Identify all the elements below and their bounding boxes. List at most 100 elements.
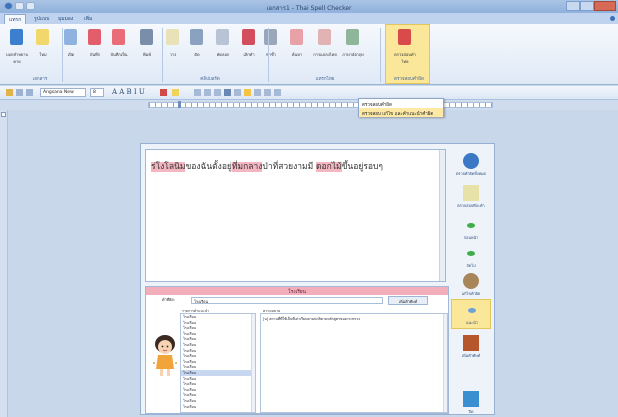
maximize-button[interactable] bbox=[580, 1, 594, 11]
ribbon-button-label: การแปลงไทย bbox=[313, 52, 337, 57]
ribbon-button-icon bbox=[10, 29, 23, 45]
ribbon-button-5[interactable]: พิมพ์ bbox=[134, 24, 160, 68]
wrong-word-label: คำที่ผิด: bbox=[162, 297, 176, 302]
action-label: ปิด bbox=[468, 409, 474, 414]
highlight-icon[interactable] bbox=[172, 89, 179, 96]
ribbon-button-icon bbox=[290, 29, 303, 45]
ribbon-button-1[interactable]: ใหม่ bbox=[30, 24, 56, 68]
vertical-ruler bbox=[0, 110, 8, 417]
table-icon[interactable] bbox=[264, 89, 271, 96]
ribbon-button-label: บอกคำหยาบคาย bbox=[5, 52, 29, 64]
numbering-icon[interactable] bbox=[254, 89, 261, 96]
wrong-word-input[interactable]: โรงเรียน bbox=[191, 297, 383, 304]
misspelled-word[interactable]: ร่โงโลนิม bbox=[151, 162, 186, 172]
ribbon-button-label: วาง bbox=[169, 52, 177, 57]
mascot-girl-icon bbox=[153, 335, 177, 376]
window-controls bbox=[566, 1, 616, 11]
ribbon-button-label: ใหม่ bbox=[39, 52, 47, 57]
ribbon-button-icon bbox=[112, 29, 125, 45]
close-button[interactable] bbox=[594, 1, 616, 11]
menu-item-check-suggest[interactable]: ตรวจสอบ แก้ไข และคำแนะนำคำผิด bbox=[359, 108, 443, 117]
group-label-clipboard: คลิปบอร์ด bbox=[200, 77, 220, 82]
add-word-button[interactable]: เพิ่มคำศัพท์ bbox=[388, 296, 428, 305]
title-bar: เอกสาร1 - Thai Spell Checker bbox=[0, 0, 618, 13]
ribbon-button-icon bbox=[318, 29, 331, 45]
font-color-icon[interactable] bbox=[160, 89, 167, 96]
misspelled-word[interactable]: ที่มกลาง bbox=[231, 162, 263, 172]
tab-add[interactable]: เพิ่ม bbox=[80, 14, 96, 24]
ribbon-button-6[interactable]: วาง bbox=[160, 24, 186, 68]
suggestion-item[interactable]: โรงเรียน bbox=[181, 404, 255, 410]
justify-icon[interactable] bbox=[224, 89, 231, 96]
panel-heading: โรงเรียน bbox=[146, 287, 448, 295]
font-size-select[interactable]: 8 bbox=[90, 88, 104, 97]
ribbon-button-label: ค้นหา bbox=[291, 52, 303, 57]
align-right-icon[interactable] bbox=[214, 89, 221, 96]
ribbon-button-icon bbox=[190, 29, 203, 45]
indent-marker[interactable] bbox=[178, 101, 181, 108]
ribbon-button-13[interactable]: ภาษาอังกฤษ bbox=[340, 24, 366, 68]
ribbon-button-icon bbox=[398, 29, 411, 45]
ribbon-button-icon bbox=[264, 29, 277, 45]
group-label-thai: แทรกไทย bbox=[315, 77, 335, 82]
active-format-icon[interactable] bbox=[244, 89, 251, 96]
ribbon-button-label: บันทึกเป็น bbox=[110, 52, 128, 57]
action-button-4[interactable]: แก้ไขคำผิด bbox=[451, 271, 491, 301]
action-label: ก่อนหน้า bbox=[463, 235, 479, 240]
help-icon[interactable] bbox=[610, 16, 615, 21]
paint-icon[interactable] bbox=[6, 89, 13, 96]
star-icon bbox=[463, 185, 479, 201]
ribbon-button-0[interactable]: บอกคำหยาบคาย bbox=[4, 24, 30, 68]
ribbon: บอกคำหยาบคาย ใหม่ เปิด บันทึก บันทึกเป็น พิมพ… bbox=[0, 24, 618, 85]
tab-view[interactable]: มุมมอง bbox=[54, 14, 77, 24]
ribbon-button-12[interactable]: การแปลงไทย bbox=[312, 24, 338, 68]
ribbon-button-14[interactable]: ตรวจสอบคำไทย bbox=[392, 24, 418, 68]
action-label: ตรวจคำผิดทั้งหมด bbox=[455, 171, 487, 176]
ribbon-button-8[interactable]: คัดลอก bbox=[210, 24, 236, 68]
ribbon-button-3[interactable]: บันทึก bbox=[82, 24, 108, 68]
suggestion-list[interactable]: โรงเรียน โรงเรียน โรงเรียน โรงเรียน โรงเรียน… bbox=[180, 313, 256, 413]
action-button-0[interactable]: ตรวจคำผิดทั้งหมด bbox=[451, 151, 491, 181]
window-title: เอกสาร1 - Thai Spell Checker bbox=[266, 5, 352, 12]
bullets-icon[interactable] bbox=[234, 89, 241, 96]
align-left-icon[interactable] bbox=[194, 89, 201, 96]
editor-scrollbar[interactable] bbox=[439, 150, 445, 281]
action-label: แก้ไขคำผิด bbox=[461, 291, 481, 296]
format-glyphs[interactable]: A A B I U bbox=[112, 88, 145, 96]
ribbon-button-7[interactable]: ตัด bbox=[184, 24, 210, 68]
action-label: ตรวจสอบทีละคำ bbox=[457, 203, 485, 208]
tab-insert[interactable]: แทรก bbox=[4, 14, 27, 24]
ribbon-button-10[interactable]: ทำซ้ำ bbox=[258, 24, 284, 68]
tab-stop-selector[interactable] bbox=[1, 112, 6, 117]
list-icon[interactable] bbox=[16, 89, 23, 96]
tab-format[interactable]: รูปแบบ bbox=[30, 14, 53, 24]
ribbon-button-11[interactable]: ค้นหา bbox=[284, 24, 310, 68]
meaning-scrollbar[interactable] bbox=[443, 314, 447, 412]
ribbon-button-icon bbox=[64, 29, 77, 45]
ribbon-button-icon bbox=[346, 29, 359, 45]
action-button-1[interactable]: ตรวจสอบทีละคำ bbox=[451, 183, 491, 213]
menu-item-check[interactable]: ตรวจสอบคำผิด bbox=[359, 99, 443, 108]
document-editor[interactable]: ร่โงโลนิมของฉันตั้งอยู่ที่มกลางป่าที่สวย… bbox=[145, 149, 446, 282]
minimize-button[interactable] bbox=[566, 1, 580, 11]
misspelled-word[interactable]: ดอกไม้ bbox=[315, 162, 342, 172]
ribbon-button-4[interactable]: บันทึกเป็น bbox=[106, 24, 132, 68]
ribbon-button-icon bbox=[166, 29, 179, 45]
ribbon-button-label: คัดลอก bbox=[216, 52, 230, 57]
action-button-6[interactable]: เพิ่มคำศัพท์ bbox=[451, 333, 491, 363]
ribbon-button-icon bbox=[242, 29, 255, 45]
suggestion-scrollbar[interactable] bbox=[251, 314, 255, 412]
text-segment: ป่าที่สวยงามมี bbox=[262, 162, 316, 172]
dot-icon bbox=[467, 251, 475, 256]
ribbon-button-label: ทำซ้ำ bbox=[266, 52, 276, 57]
ribbon-button-label: พิมพ์ bbox=[143, 52, 151, 57]
action-button-2[interactable]: ก่อนหน้า bbox=[451, 215, 491, 245]
action-button-3[interactable]: ถัดไป bbox=[451, 243, 491, 273]
action-column: ตรวจคำผิดทั้งหมดตรวจสอบทีละคำก่อนหน้าถัด… bbox=[451, 149, 491, 414]
font-name-select[interactable]: Angsana New bbox=[40, 88, 86, 97]
action-button-5[interactable]: แนะนำ bbox=[451, 299, 491, 329]
border-icon[interactable] bbox=[274, 89, 281, 96]
indent-icon[interactable] bbox=[26, 89, 33, 96]
action-button-7[interactable]: ปิด bbox=[451, 389, 491, 417]
align-center-icon[interactable] bbox=[204, 89, 211, 96]
